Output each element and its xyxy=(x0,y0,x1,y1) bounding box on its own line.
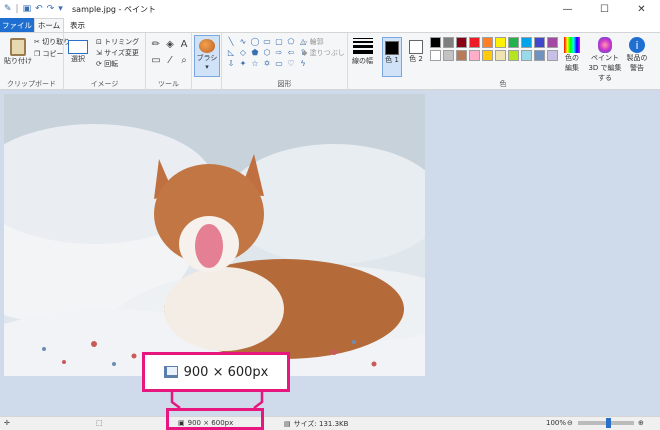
callout-connector xyxy=(170,392,264,409)
cursor-position-icon: ✛ xyxy=(4,419,10,427)
zoom-slider-thumb[interactable] xyxy=(606,418,611,428)
selection-size-icon: ⬚ xyxy=(96,419,103,427)
status-bar: ✛ ⬚ ▣ 900 × 600px ▤ サイズ: 131.3KB 100% ⊖ … xyxy=(0,416,660,430)
file-size-text: サイズ: 131.3KB xyxy=(293,420,349,428)
zoom-slider[interactable] xyxy=(578,418,634,428)
save-status-icon: ▤ xyxy=(284,420,291,428)
status-dimensions-highlight xyxy=(166,408,264,430)
zoom-in-button[interactable]: ⊕ xyxy=(638,419,644,427)
zoom-out-button[interactable]: ⊖ xyxy=(567,419,573,427)
file-size-status: ▤ サイズ: 131.3KB xyxy=(284,419,348,429)
zoom-level-text: 100% xyxy=(546,419,567,427)
